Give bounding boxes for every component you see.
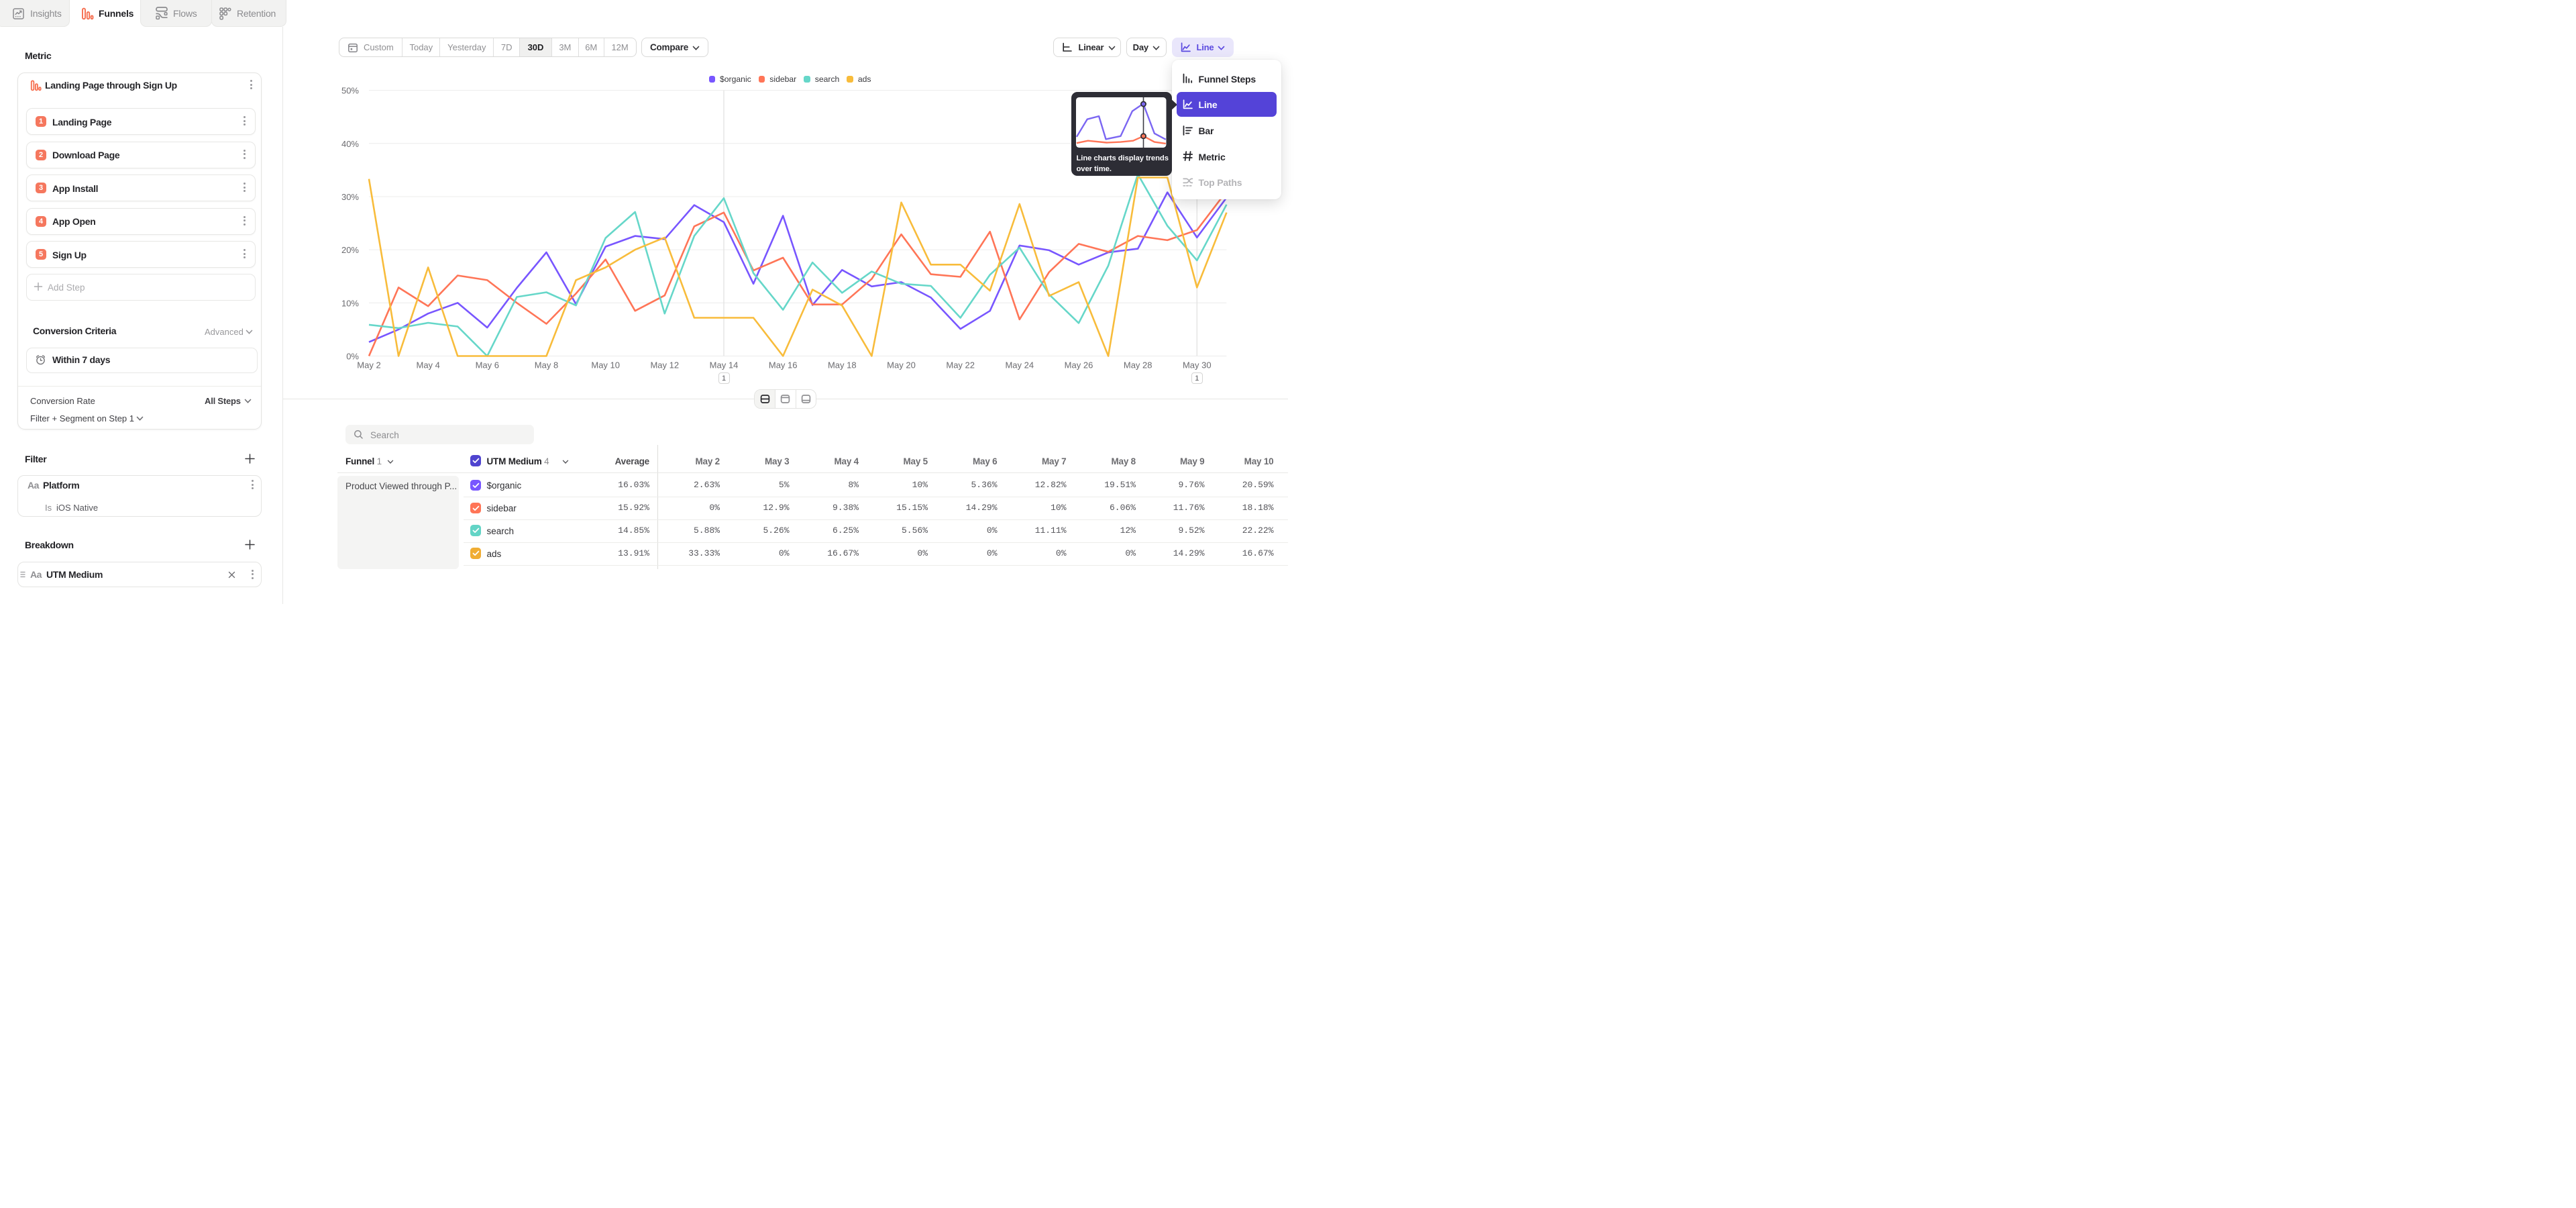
svg-text:May 26: May 26 bbox=[1065, 360, 1093, 370]
svg-text:May 18: May 18 bbox=[828, 360, 857, 370]
svg-text:May 24: May 24 bbox=[1005, 360, 1034, 370]
svg-text:50%: 50% bbox=[341, 86, 359, 96]
svg-text:30%: 30% bbox=[341, 192, 359, 202]
svg-text:40%: 40% bbox=[341, 139, 359, 149]
svg-text:May 8: May 8 bbox=[535, 360, 558, 370]
svg-text:10%: 10% bbox=[341, 298, 359, 308]
svg-text:May 16: May 16 bbox=[769, 360, 798, 370]
svg-text:May 20: May 20 bbox=[887, 360, 916, 370]
svg-text:May 30: May 30 bbox=[1183, 360, 1212, 370]
svg-text:May 12: May 12 bbox=[650, 360, 679, 370]
svg-text:May 10: May 10 bbox=[591, 360, 620, 370]
svg-text:May 28: May 28 bbox=[1124, 360, 1152, 370]
svg-text:May 6: May 6 bbox=[476, 360, 499, 370]
svg-text:May 4: May 4 bbox=[416, 360, 439, 370]
svg-text:May 14: May 14 bbox=[710, 360, 739, 370]
svg-text:May 2: May 2 bbox=[357, 360, 380, 370]
svg-text:20%: 20% bbox=[341, 245, 359, 255]
svg-text:May 22: May 22 bbox=[946, 360, 975, 370]
